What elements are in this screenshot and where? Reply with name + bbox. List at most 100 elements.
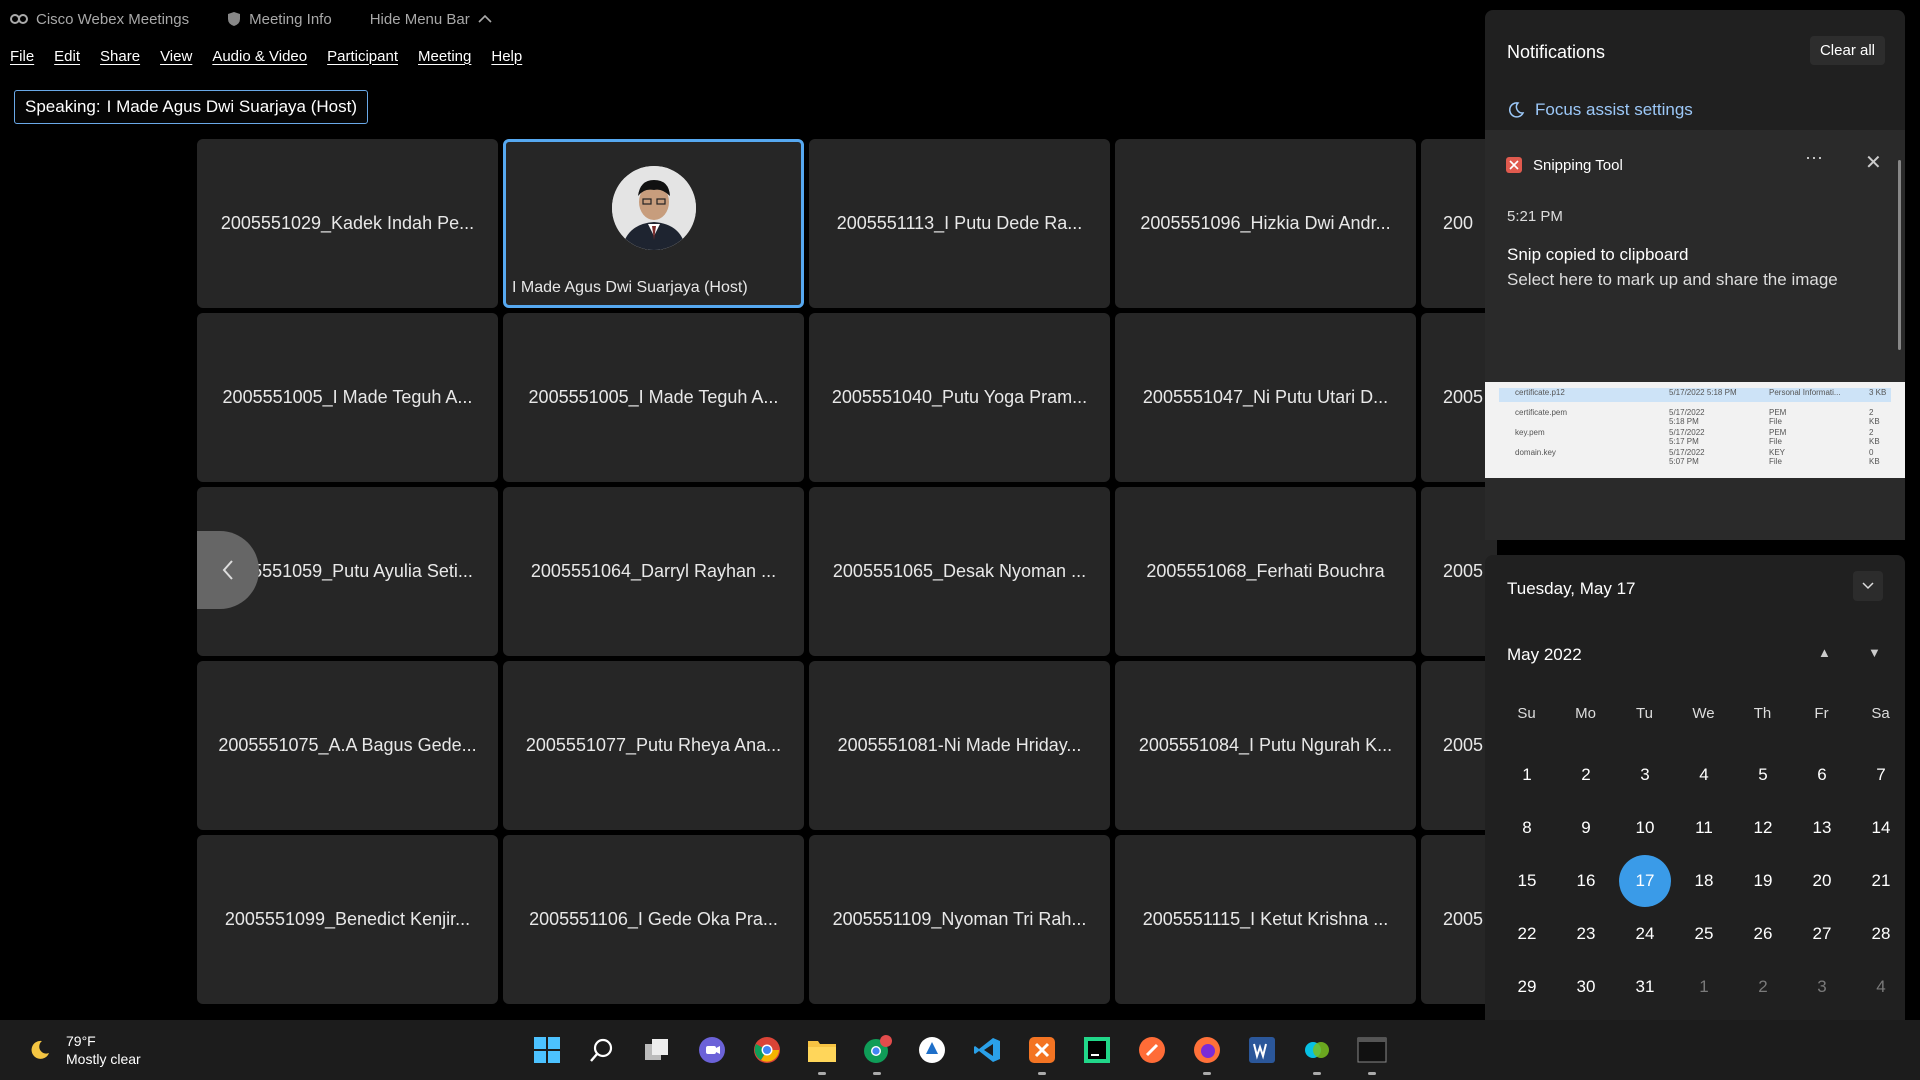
calendar-day[interactable]: 29 [1501, 961, 1553, 1013]
hide-menu-bar-button[interactable]: Hide Menu Bar [370, 11, 492, 28]
meeting-info-button[interactable]: Meeting Info [227, 11, 332, 28]
calendar-day[interactable]: 26 [1737, 908, 1789, 960]
calendar-day[interactable]: 10 [1619, 802, 1671, 854]
menu-help[interactable]: Help [491, 48, 522, 65]
calendar-day[interactable]: 2 [1737, 961, 1789, 1013]
calendar-day[interactable]: 1 [1501, 749, 1553, 801]
collapse-calendar-button[interactable] [1853, 571, 1883, 601]
participant-tile[interactable]: 2005551029_Kadek Indah Pe... [197, 139, 498, 308]
calendar-day[interactable]: 16 [1560, 855, 1612, 907]
edge-like-icon[interactable] [916, 1034, 948, 1066]
participant-tile[interactable]: 2005551075_A.A Bagus Gede... [197, 661, 498, 830]
word-icon[interactable] [1246, 1034, 1278, 1066]
menu-share[interactable]: Share [100, 48, 140, 65]
vscode-icon[interactable] [971, 1034, 1003, 1066]
menu-participant[interactable]: Participant [327, 48, 398, 65]
thumbnail-row: certificate.p12 5/17/2022 5:18 PM Personal… [1499, 388, 1891, 402]
task-view-icon[interactable] [641, 1034, 673, 1066]
weather-temp: 79°F [66, 1033, 96, 1049]
menu-audio-video[interactable]: Audio & Video [212, 48, 307, 65]
close-icon[interactable]: ✕ [1865, 150, 1882, 175]
calendar-day[interactable]: 12 [1737, 802, 1789, 854]
participant-tile[interactable]: 2005551081-Ni Made Hriday... [809, 661, 1110, 830]
participant-tile[interactable]: 2005551084_I Putu Ngurah K... [1115, 661, 1416, 830]
postman-icon[interactable] [1136, 1034, 1168, 1066]
notification-scrollbar[interactable] [1898, 160, 1901, 350]
calendar-day[interactable]: 6 [1796, 749, 1848, 801]
search-icon[interactable] [586, 1034, 618, 1066]
calendar-day[interactable]: 1 [1678, 961, 1730, 1013]
snipping-tool-notification[interactable]: Snipping Tool ⋯ ✕ 5:21 PM Snip copied to… [1485, 130, 1905, 540]
teams-chat-icon[interactable] [696, 1034, 728, 1066]
menu-view[interactable]: View [160, 48, 192, 65]
participant-tile[interactable]: 2005551005_I Made Teguh A... [503, 313, 804, 482]
calendar-day[interactable]: 15 [1501, 855, 1553, 907]
participant-tile[interactable]: 2005551005_I Made Teguh A... [197, 313, 498, 482]
calendar-day[interactable]: 25 [1678, 908, 1730, 960]
calendar-day[interactable]: 2 [1560, 749, 1612, 801]
calendar-day[interactable]: 3 [1796, 961, 1848, 1013]
calendar-day[interactable]: 4 [1678, 749, 1730, 801]
participant-tile[interactable]: 2005551068_Ferhati Bouchra [1115, 487, 1416, 656]
calendar-day[interactable]: 8 [1501, 802, 1553, 854]
participant-tile[interactable]: 2005551115_I Ketut Krishna ... [1115, 835, 1416, 1004]
calendar-day[interactable]: 31 [1619, 961, 1671, 1013]
firefox-icon[interactable] [1191, 1034, 1223, 1075]
terminal-icon[interactable] [1356, 1034, 1388, 1075]
menu-edit[interactable]: Edit [54, 48, 80, 65]
calendar-day[interactable]: 23 [1560, 908, 1612, 960]
focus-assist-link[interactable]: Focus assist settings [1507, 100, 1693, 120]
weather-widget[interactable]: 79°F Mostly clear [28, 1032, 141, 1068]
calendar-day[interactable]: 9 [1560, 802, 1612, 854]
pycharm-icon[interactable] [1081, 1034, 1113, 1066]
more-options-icon[interactable]: ⋯ [1805, 148, 1823, 169]
calendar-day[interactable]: 30 [1560, 961, 1612, 1013]
menu-meeting[interactable]: Meeting [418, 48, 471, 65]
menu-file[interactable]: File [10, 48, 34, 65]
calendar-day[interactable]: 14 [1855, 802, 1907, 854]
calendar-day[interactable]: 24 [1619, 908, 1671, 960]
clear-all-button[interactable]: Clear all [1809, 36, 1885, 65]
file-explorer-icon[interactable] [806, 1034, 838, 1075]
weather-condition: Mostly clear [66, 1051, 141, 1067]
participant-tile[interactable]: 2005551047_Ni Putu Utari D... [1115, 313, 1416, 482]
calendar-day[interactable]: 4 [1855, 961, 1907, 1013]
webex-icon[interactable] [1301, 1034, 1333, 1075]
calendar-day[interactable]: 3 [1619, 749, 1671, 801]
weekday-label: Mo [1575, 705, 1596, 722]
participant-tile[interactable]: 2005551040_Putu Yoga Pram... [809, 313, 1110, 482]
calendar-day[interactable]: 28 [1855, 908, 1907, 960]
calendar-day[interactable]: 7 [1855, 749, 1907, 801]
calendar-month: May 2022 [1507, 645, 1582, 664]
participant-tile-host[interactable]: I Made Agus Dwi Suarjaya (Host) [503, 139, 804, 308]
participant-grid: 2005551029_Kadek Indah Pe... I Made Agus… [197, 139, 1497, 1004]
calendar-day[interactable]: 13 [1796, 802, 1848, 854]
calendar-day[interactable]: 18 [1678, 855, 1730, 907]
chrome-profile-icon[interactable] [861, 1034, 893, 1075]
calendar-day[interactable]: 22 [1501, 908, 1553, 960]
snip-thumbnail[interactable]: certificate.p12 5/17/2022 5:18 PM Personal… [1485, 382, 1905, 478]
participant-tile[interactable]: 2005551099_Benedict Kenjir... [197, 835, 498, 1004]
calendar-day[interactable]: 20 [1796, 855, 1848, 907]
chrome-icon[interactable] [751, 1034, 783, 1066]
next-month-icon[interactable]: ▼ [1868, 645, 1881, 660]
participant-tile[interactable]: 2005551113_I Putu Dede Ra... [809, 139, 1110, 308]
participant-tile[interactable]: 2005551096_Hizkia Dwi Andr... [1115, 139, 1416, 308]
weekday-label: We [1692, 705, 1715, 722]
xampp-icon[interactable] [1026, 1034, 1058, 1075]
weekday-label: Th [1753, 705, 1772, 722]
windows-start-icon[interactable] [531, 1034, 563, 1066]
participant-tile[interactable]: 2005551106_I Gede Oka Pra... [503, 835, 804, 1004]
calendar-day[interactable]: 11 [1678, 802, 1730, 854]
notification-body: Select here to mark up and share the ima… [1507, 270, 1838, 289]
calendar-day[interactable]: 17 [1619, 855, 1671, 907]
calendar-day[interactable]: 27 [1796, 908, 1848, 960]
previous-month-icon[interactable]: ▲ [1818, 645, 1831, 660]
participant-tile[interactable]: 2005551109_Nyoman Tri Rah... [809, 835, 1110, 1004]
calendar-day[interactable]: 19 [1737, 855, 1789, 907]
participant-tile[interactable]: 2005551077_Putu Rheya Ana... [503, 661, 804, 830]
calendar-day[interactable]: 21 [1855, 855, 1907, 907]
participant-tile[interactable]: 2005551064_Darryl Rayhan ... [503, 487, 804, 656]
calendar-day[interactable]: 5 [1737, 749, 1789, 801]
participant-tile[interactable]: 2005551065_Desak Nyoman ... [809, 487, 1110, 656]
